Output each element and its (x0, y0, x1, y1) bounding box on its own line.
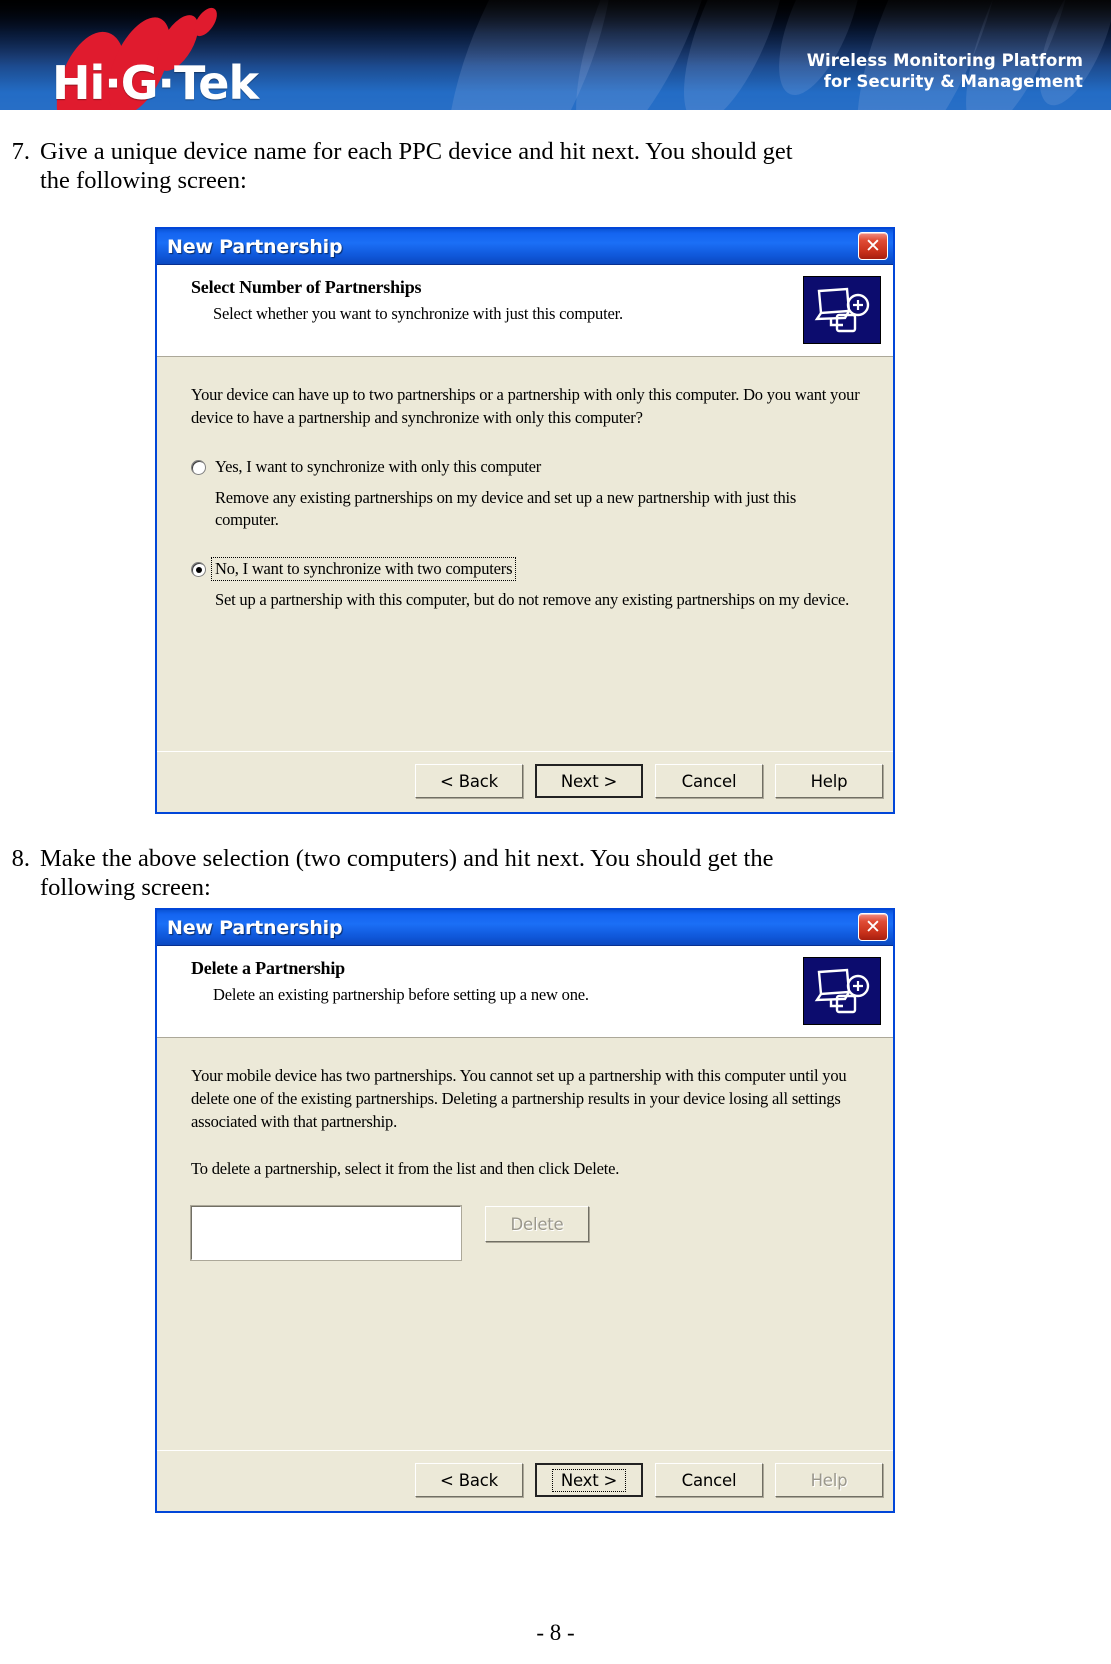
next-button[interactable]: Next > (535, 1463, 643, 1497)
site-banner: Hi·G·Tek Wireless Monitoring Platform fo… (0, 0, 1111, 110)
dialog-1: New Partnership ✕ Select Number of Partn… (155, 227, 895, 814)
document-body: 7. Give a unique device name for each PP… (0, 115, 1111, 1513)
cancel-button[interactable]: Cancel (655, 764, 763, 798)
step-8: 8. Make the above selection (two compute… (0, 844, 1111, 902)
back-button[interactable]: < Back (415, 764, 523, 798)
tagline-line-2: for Security & Management (823, 72, 1083, 91)
tagline-line-1: Wireless Monitoring Platform (806, 51, 1083, 70)
dialog-1-body: Your device can have up to two partnersh… (157, 357, 893, 751)
radio-icon-checked[interactable] (191, 562, 206, 577)
step-7-number: 7. (11, 138, 30, 165)
cancel-button-label: Cancel (681, 771, 737, 791)
dialog-2-instruction: To delete a partnership, select it from … (191, 1159, 620, 1178)
radio-option-yes[interactable]: Yes, I want to synchronize with only thi… (191, 457, 863, 477)
delete-button[interactable]: Delete (485, 1206, 589, 1242)
dialog-1-heading: Select Number of Partnerships (191, 277, 422, 297)
close-icon[interactable]: ✕ (858, 913, 888, 941)
radio-option-no[interactable]: No, I want to synchronize with two compu… (191, 557, 863, 581)
step-7: 7. Give a unique device name for each PP… (0, 137, 1111, 195)
dialog-2-titlebar: New Partnership ✕ (157, 910, 893, 946)
dialog-1-titlebar: New Partnership ✕ (157, 229, 893, 265)
delete-button-label: Delete (510, 1214, 564, 1234)
banner-tagline: Wireless Monitoring Platform for Securit… (563, 50, 1083, 92)
dialog-1-paragraph: Your device can have up to two partnersh… (191, 385, 860, 427)
cancel-button[interactable]: Cancel (655, 1463, 763, 1497)
radio-option-no-label: No, I want to synchronize with two compu… (211, 557, 517, 581)
step-8-number: 8. (11, 845, 30, 872)
screenshot-dialog-1-container: New Partnership ✕ Select Number of Partn… (0, 227, 1111, 814)
dialog-2-body: Your mobile device has two partnerships.… (157, 1038, 893, 1450)
dialog-2-header: Delete a Partnership Delete an existing … (157, 946, 893, 1038)
help-button[interactable]: Help (775, 764, 883, 798)
radio-option-yes-label: Yes, I want to synchronize with only thi… (215, 457, 542, 476)
help-button-label: Help (810, 1470, 848, 1490)
radio-option-yes-description: Remove any existing partnerships on my d… (215, 488, 797, 529)
next-button-label: Next > (560, 771, 618, 791)
partnership-listbox[interactable] (190, 1205, 462, 1261)
help-button[interactable]: Help (775, 1463, 883, 1497)
radio-option-no-description: Set up a partnership with this computer,… (215, 590, 850, 609)
step-7-text: Give a unique device name for each PPC d… (40, 138, 793, 194)
dialog-2-title: New Partnership (167, 916, 343, 939)
next-button-label: Next > (551, 1468, 627, 1492)
dialog-2: New Partnership ✕ Delete a Partnership D… (155, 908, 895, 1513)
dialog-2-heading: Delete a Partnership (191, 958, 345, 978)
dialog-1-subheading: Select whether you want to synchronize w… (213, 304, 623, 323)
partnership-sync-icon (803, 957, 881, 1025)
partnership-sync-glyph (814, 287, 870, 333)
next-button[interactable]: Next > (535, 764, 643, 798)
back-button-label: < Back (440, 771, 498, 791)
higtek-logo: Hi·G·Tek (30, 3, 330, 110)
dialog-1-header: Select Number of Partnerships Select whe… (157, 265, 893, 357)
dialog-2-subheading: Delete an existing partnership before se… (213, 985, 589, 1004)
help-button-label: Help (810, 771, 848, 791)
dialog-1-button-row: < Back Next > Cancel Help (157, 752, 893, 812)
back-button-label: < Back (440, 1470, 498, 1490)
step-8-text: Make the above selection (two computers)… (40, 845, 774, 901)
dialog-2-paragraph: Your mobile device has two partnerships.… (191, 1066, 847, 1131)
page-number: - 8 - (536, 1620, 575, 1645)
partnership-delete-row: Delete (190, 1205, 863, 1261)
cancel-button-label: Cancel (681, 1470, 737, 1490)
radio-icon-unchecked[interactable] (191, 460, 206, 475)
close-icon[interactable]: ✕ (858, 232, 888, 260)
dialog-2-button-row: < Back Next > Cancel Help (157, 1451, 893, 1511)
back-button[interactable]: < Back (415, 1463, 523, 1497)
dialog-1-title: New Partnership (167, 235, 343, 258)
screenshot-dialog-2-container: New Partnership ✕ Delete a Partnership D… (0, 908, 1111, 1513)
partnership-sync-icon (803, 276, 881, 344)
logo-wordmark: Hi·G·Tek (52, 56, 259, 110)
partnership-sync-glyph (814, 968, 870, 1014)
